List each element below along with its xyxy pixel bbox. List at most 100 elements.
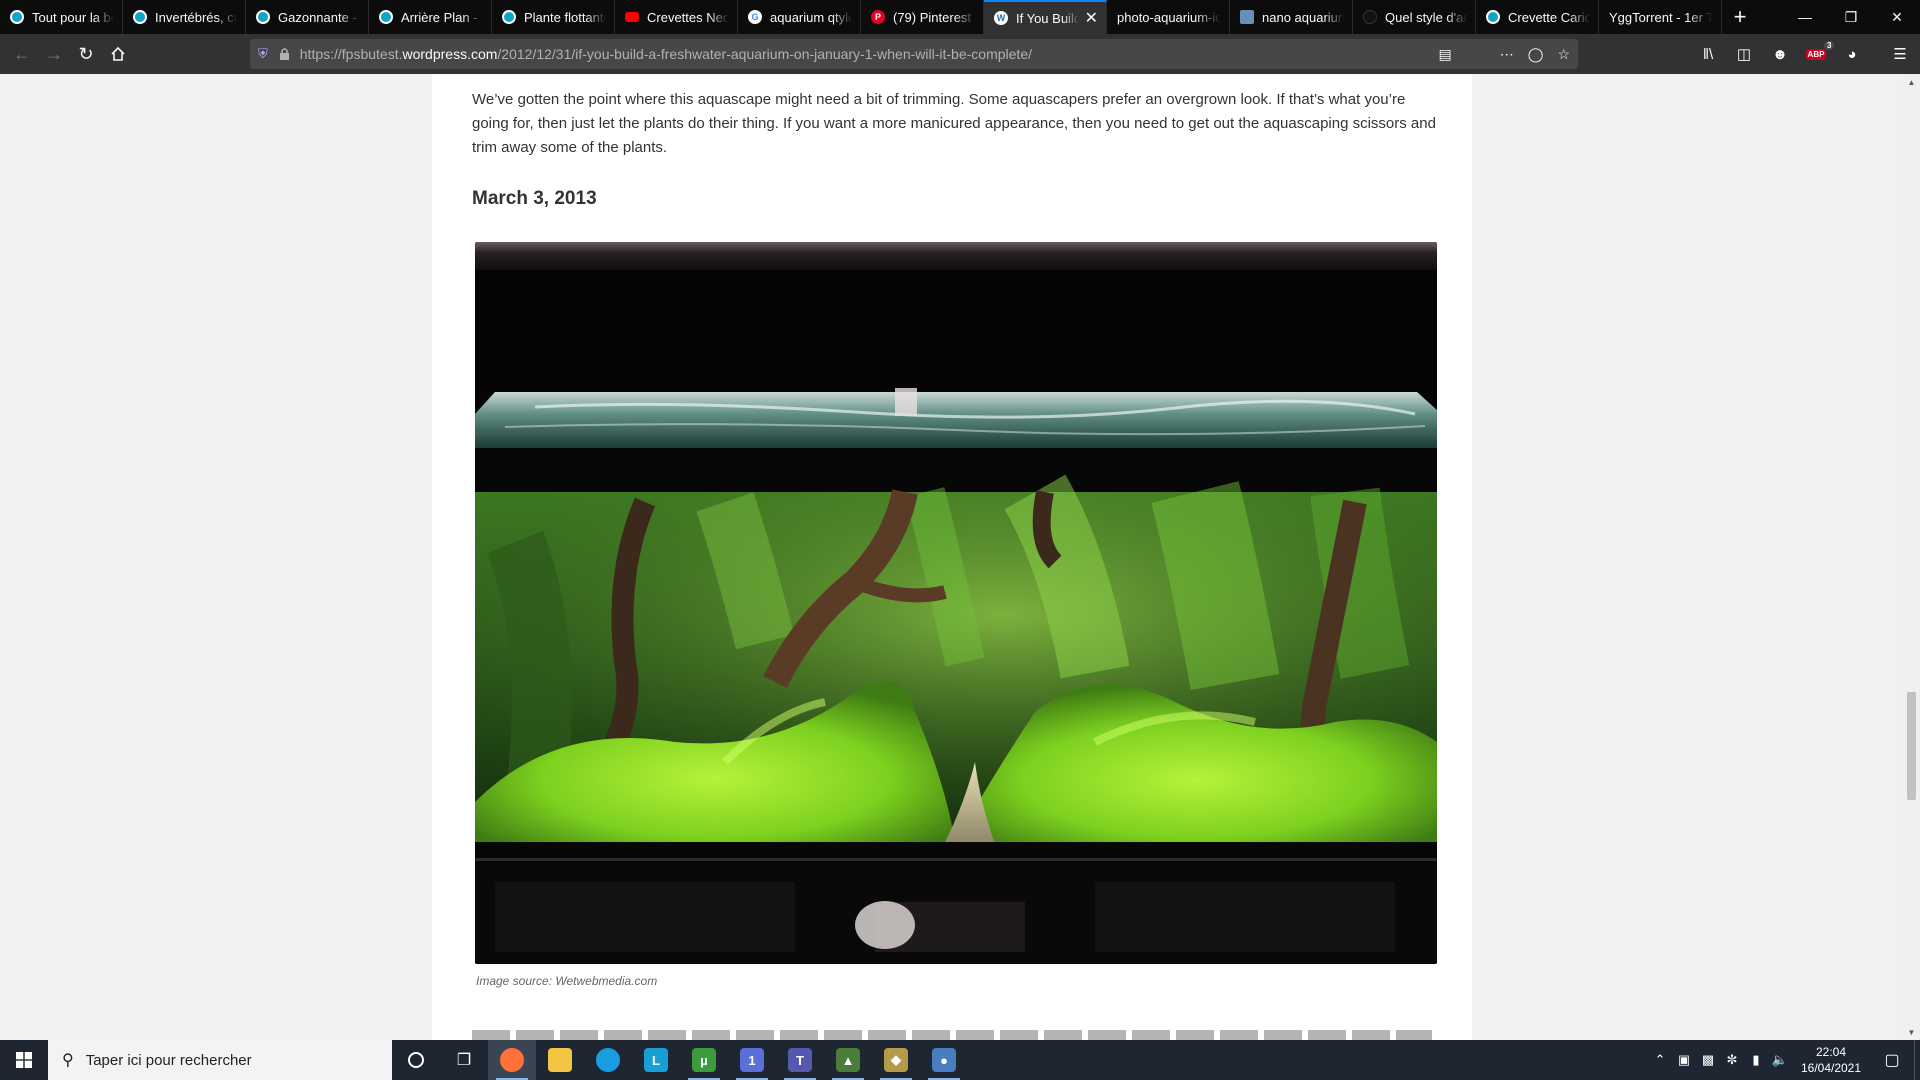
address-bar[interactable]: ⛨ https://fpsbutest.wordpress.com/2012/1… — [250, 39, 1578, 69]
taskbar-app-firefox[interactable] — [488, 1040, 536, 1080]
scrollbar-thumb[interactable] — [1907, 692, 1916, 800]
abp-label: ABP — [1807, 49, 1825, 59]
tab-favicon-icon — [1240, 10, 1254, 24]
browser-tab[interactable]: Invertébrés, cre — [123, 0, 246, 34]
tab-favicon-icon — [256, 10, 270, 24]
clock-date: 16/04/2021 — [1800, 1061, 1862, 1075]
show-desktop-button[interactable] — [1914, 1040, 1920, 1080]
adblock-plus-icon[interactable]: ABP 3 — [1800, 38, 1835, 70]
restore-icon[interactable]: ❐ — [1828, 0, 1874, 34]
tab-favicon-icon: W — [994, 11, 1008, 25]
browser-tab[interactable]: YggTorrent - 1er Tra — [1599, 0, 1722, 34]
app-box-icon: ◆ — [884, 1048, 908, 1072]
tab-title: Plante flottante — [524, 9, 606, 25]
reload-icon[interactable]: ↻ — [70, 38, 102, 70]
tab-title: aquarium qtyle — [770, 9, 852, 25]
browser-tab[interactable]: W If You Build ✕ — [984, 0, 1107, 34]
app-l-icon: L — [644, 1048, 668, 1072]
sidebar-icon[interactable]: ◫ — [1728, 38, 1760, 70]
forward-icon[interactable]: → — [38, 38, 70, 70]
taskbar-app-file-explorer[interactable] — [536, 1040, 584, 1080]
start-button[interactable] — [0, 1040, 48, 1080]
browser-tab[interactable]: Gaquarium qtyle — [738, 0, 861, 34]
scroll-up-arrow-icon[interactable]: ▲ — [1903, 74, 1920, 90]
task-view-icon[interactable]: ❐ — [440, 1040, 488, 1080]
pocket-icon[interactable]: ◯ — [1528, 46, 1544, 63]
tray-app-icon[interactable]: ▣ — [1672, 1052, 1696, 1068]
tab-close-icon[interactable]: ✕ — [1085, 8, 1098, 28]
tray-monitor-icon[interactable]: ▩ — [1696, 1052, 1720, 1068]
tab-title: Tout pour la be — [32, 9, 114, 25]
library-icon[interactable]: ‖\ — [1692, 38, 1724, 70]
home-icon[interactable] — [102, 38, 134, 70]
page-viewport: We’ve gotten the point where this aquasc… — [0, 74, 1920, 1040]
new-tab-button[interactable]: + — [1722, 0, 1758, 34]
extension-icon[interactable]: ◕ — [1836, 38, 1868, 70]
tab-title: Crevettes Neoc — [647, 9, 729, 25]
image-caption: Image source: Wetwebmedia.com — [476, 974, 658, 988]
tab-title: YggTorrent - 1er Tra — [1609, 9, 1713, 25]
volume-icon[interactable]: 🔈 — [1768, 1052, 1792, 1068]
url-prefix: https://fpsbutest. — [299, 46, 403, 62]
scroll-down-arrow-icon[interactable]: ▼ — [1903, 1024, 1920, 1040]
aquarium-photo-drawing — [475, 242, 1437, 964]
minimize-icon[interactable]: — — [1782, 0, 1828, 34]
clock-time: 22:04 — [1815, 1045, 1847, 1059]
search-placeholder: Taper ici pour rechercher — [85, 1051, 252, 1069]
windows-taskbar: ⚲ Taper ici pour rechercher ❐ Lµ 1 T ▲ ◆ ● ⌃ … — [0, 1040, 1920, 1080]
tab-title: photo-aquarium-ic — [1117, 9, 1221, 25]
back-icon[interactable]: ← — [6, 38, 38, 70]
article-paragraph: We’ve gotten the point where this aquasc… — [472, 91, 1436, 156]
taskbar-app-utorrent[interactable]: µ — [680, 1040, 728, 1080]
browser-tab[interactable]: Plante flottante — [492, 0, 615, 34]
utorrent-icon: µ — [692, 1048, 716, 1072]
battery-icon[interactable]: ▮ — [1744, 1052, 1768, 1068]
reader-view-icon[interactable]: ▤ — [1439, 46, 1452, 63]
taskbar-app-mail-app[interactable]: 1 — [728, 1040, 776, 1080]
action-center-icon[interactable]: ▢ — [1870, 1050, 1914, 1070]
next-paragraph-cutoff — [472, 1030, 1432, 1040]
page-scrollbar[interactable]: ▲ ▼ — [1903, 74, 1920, 1040]
taskbar-search-box[interactable]: ⚲ Taper ici pour rechercher — [48, 1040, 392, 1080]
bookmark-star-icon[interactable]: ☆ — [1557, 46, 1570, 63]
clock[interactable]: 22:04 16/04/2021 — [1792, 1044, 1870, 1076]
tab-strip: Tout pour la be Invertébrés, cre Gazonnant… — [0, 0, 1920, 34]
tab-title: Quel style d'am — [1385, 9, 1467, 25]
taskbar-app-app-green[interactable]: ▲ — [824, 1040, 872, 1080]
tab-favicon-icon — [1363, 10, 1377, 24]
taskbar-app-app-globe[interactable]: ● — [920, 1040, 968, 1080]
account-icon[interactable]: ☻ — [1764, 38, 1796, 70]
windows-logo-icon — [16, 1052, 32, 1068]
tab-title: If You Build — [1016, 10, 1079, 26]
taskbar-app-app-box[interactable]: ◆ — [872, 1040, 920, 1080]
browser-tab[interactable]: P (79) Pinterest — [861, 0, 984, 34]
browser-tab[interactable]: Gazonnante - p — [246, 0, 369, 34]
tracking-protection-shield-icon[interactable]: ⛨ — [258, 46, 268, 62]
close-window-icon[interactable]: ✕ — [1874, 0, 1920, 34]
taskbar-app-edge[interactable] — [584, 1040, 632, 1080]
wifi-icon[interactable]: ✼ — [1720, 1052, 1744, 1068]
browser-tab[interactable]: Crevettes Neoc — [615, 0, 738, 34]
page-actions-menu-icon[interactable]: ⋯ — [1500, 46, 1514, 63]
browser-tab[interactable]: Tout pour la be — [0, 0, 123, 34]
hamburger-menu-icon[interactable]: ☰ — [1884, 38, 1916, 70]
app-globe-icon: ● — [932, 1048, 956, 1072]
aquarium-photo[interactable] — [475, 242, 1437, 964]
pinned-apps: Lµ 1 T ▲ ◆ ● — [488, 1040, 968, 1080]
url-path: /2012/12/31/if-you-build-a-freshwater-aq… — [497, 46, 1032, 62]
padlock-icon[interactable] — [278, 47, 292, 61]
taskbar-app-app-l[interactable]: L — [632, 1040, 680, 1080]
cortana-icon[interactable] — [392, 1040, 440, 1080]
taskbar-app-teams[interactable]: T — [776, 1040, 824, 1080]
date-heading: March 3, 2013 — [472, 188, 597, 209]
browser-tab[interactable]: Crevette Carid — [1476, 0, 1599, 34]
system-tray: ⌃ ▣ ▩ ✼ ▮ 🔈 22:04 16/04/2021 ▢ — [1648, 1040, 1920, 1080]
browser-tab[interactable]: photo-aquarium-ic — [1107, 0, 1230, 34]
browser-tab[interactable]: nano aquarium — [1230, 0, 1353, 34]
window-controls: — ❐ ✕ — [1782, 0, 1920, 34]
tab-title: Gazonnante - p — [278, 9, 360, 25]
show-hidden-icons-chevron-icon[interactable]: ⌃ — [1648, 1052, 1672, 1068]
navigation-toolbar: ← → ↻ ⛨ https://fpsbutest.wordpress.com/… — [0, 34, 1920, 74]
browser-tab[interactable]: Quel style d'am — [1353, 0, 1476, 34]
browser-tab[interactable]: Arrière Plan - p — [369, 0, 492, 34]
